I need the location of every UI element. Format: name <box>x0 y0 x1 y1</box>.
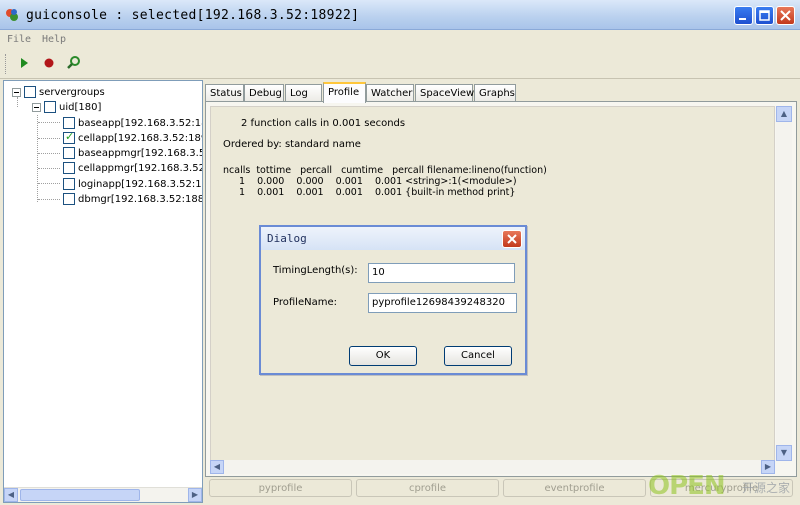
tree-item-label: cellappmgr[192.168.3.52: <box>78 162 203 174</box>
servergroups-checkbox[interactable] <box>24 86 36 98</box>
pyprofile-button[interactable]: pyprofile <box>209 479 352 497</box>
toolbar-grip[interactable] <box>5 54 9 74</box>
timing-length-label: TimingLength(s): <box>273 265 358 276</box>
uid-checkbox[interactable] <box>44 101 56 113</box>
dialog-title: Dialog <box>267 232 307 245</box>
profile-dialog: Dialog TimingLength(s): 10 ProfileName: … <box>259 225 527 375</box>
close-icon <box>780 10 791 21</box>
profile-row: 1 0.000 0.000 0.001 0.001 <string>:1(<mo… <box>239 176 517 187</box>
dbmgr-checkbox[interactable] <box>63 193 75 205</box>
profile-summary: 2 function calls in 0.001 seconds <box>241 118 406 129</box>
timing-length-input[interactable]: 10 <box>368 263 515 283</box>
dialog-close-button[interactable] <box>502 230 522 248</box>
tree-node-servergroups[interactable]: servergroups <box>12 84 105 100</box>
tree-node-uid[interactable]: uid[180] <box>32 99 101 115</box>
profile-order: Ordered by: standard name <box>223 139 361 150</box>
scroll-thumb[interactable] <box>20 489 140 501</box>
search-icon[interactable] <box>66 55 82 71</box>
tab-watcher[interactable]: Watcher <box>366 84 414 101</box>
close-icon <box>507 234 517 244</box>
profile-row: 1 0.001 0.001 0.001 0.001 {built-in meth… <box>239 187 516 198</box>
watermark-logo: OPEN 开源之家 <box>648 471 798 503</box>
loginapp-checkbox[interactable] <box>63 178 75 190</box>
scroll-left-icon[interactable]: ◀ <box>4 488 18 502</box>
tree-item-label: dbmgr[192.168.3.52:1885 <box>78 193 203 205</box>
tree-item-baseapp[interactable]: baseapp[192.168.3.52:18 <box>63 115 203 131</box>
scroll-left-icon[interactable]: ◀ <box>210 460 224 474</box>
tree-item-loginapp[interactable]: loginapp[192.168.3.52:18 <box>63 176 203 192</box>
scroll-right-icon[interactable]: ▶ <box>188 488 202 502</box>
watermark-main: OPEN <box>648 471 726 501</box>
collapse-icon[interactable] <box>32 102 41 112</box>
play-icon[interactable] <box>16 55 32 71</box>
menu-file[interactable]: File <box>7 34 31 45</box>
tree-item-label: loginapp[192.168.3.52:18 <box>78 178 203 190</box>
scroll-down-icon[interactable]: ▼ <box>776 445 792 461</box>
app-icon <box>6 9 18 21</box>
output-vertical-scrollbar[interactable]: ▲ ▼ <box>776 106 792 461</box>
tree-item-cellapp[interactable]: cellapp[192.168.3.52:1892 <box>63 130 203 146</box>
tab-graphs[interactable]: Graphs <box>474 84 516 101</box>
cellappmgr-checkbox[interactable] <box>63 162 75 174</box>
tree-horizontal-scrollbar[interactable]: ◀ ▶ <box>4 487 202 502</box>
profile-name-input[interactable]: pyprofile12698439248320 <box>368 293 517 313</box>
profile-name-label: ProfileName: <box>273 297 337 308</box>
tab-profile[interactable]: Profile <box>323 82 366 103</box>
tree-node-label: uid[180] <box>59 101 102 113</box>
cancel-button[interactable]: Cancel <box>444 346 512 366</box>
cellapp-checkbox[interactable] <box>63 130 75 144</box>
maximize-icon <box>759 10 770 21</box>
baseappmgr-checkbox[interactable] <box>63 147 75 159</box>
tree-item-dbmgr[interactable]: dbmgr[192.168.3.52:1885 <box>63 191 203 207</box>
server-tree[interactable]: servergroups uid[180] baseapp[192.168.3.… <box>3 80 203 503</box>
cprofile-button[interactable]: cprofile <box>356 479 499 497</box>
tab-spaceview[interactable]: SpaceView <box>415 84 474 101</box>
minimize-icon <box>739 18 746 20</box>
menu-help[interactable]: Help <box>42 34 66 45</box>
close-button[interactable] <box>776 6 795 25</box>
watermark-sub: 开源之家 <box>742 481 791 495</box>
tree-item-label: baseappmgr[192.168.3.52 <box>78 147 203 159</box>
toolbar <box>0 48 800 79</box>
maximize-button[interactable] <box>755 6 774 25</box>
tab-log[interactable]: Log <box>285 84 322 101</box>
collapse-icon[interactable] <box>12 87 21 97</box>
tree-item-label: cellapp[192.168.3.52:1892 <box>78 132 203 144</box>
tree-node-label: servergroups <box>39 86 105 98</box>
tree-item-label: baseapp[192.168.3.52:18 <box>78 117 203 129</box>
profile-header: ncalls tottime percall cumtime percall f… <box>223 165 547 176</box>
tree-item-cellappmgr[interactable]: cellappmgr[192.168.3.52: <box>63 160 203 176</box>
dialog-title-bar[interactable]: Dialog <box>261 227 525 250</box>
menu-bar: File Help <box>0 30 800 48</box>
tab-debug[interactable]: Debug <box>244 84 284 101</box>
title-bar: guiconsole : selected[192.168.3.52:18922… <box>0 0 800 30</box>
tree-item-baseappmgr[interactable]: baseappmgr[192.168.3.52 <box>63 145 203 161</box>
tab-status[interactable]: Status <box>205 84 244 101</box>
ok-button[interactable]: OK <box>349 346 417 366</box>
eventprofile-button[interactable]: eventprofile <box>503 479 646 497</box>
window-title: guiconsole : selected[192.168.3.52:18922… <box>26 8 360 23</box>
scroll-up-icon[interactable]: ▲ <box>776 106 792 122</box>
baseapp-checkbox[interactable] <box>63 117 75 129</box>
record-icon[interactable] <box>41 55 57 71</box>
minimize-button[interactable] <box>734 6 753 25</box>
